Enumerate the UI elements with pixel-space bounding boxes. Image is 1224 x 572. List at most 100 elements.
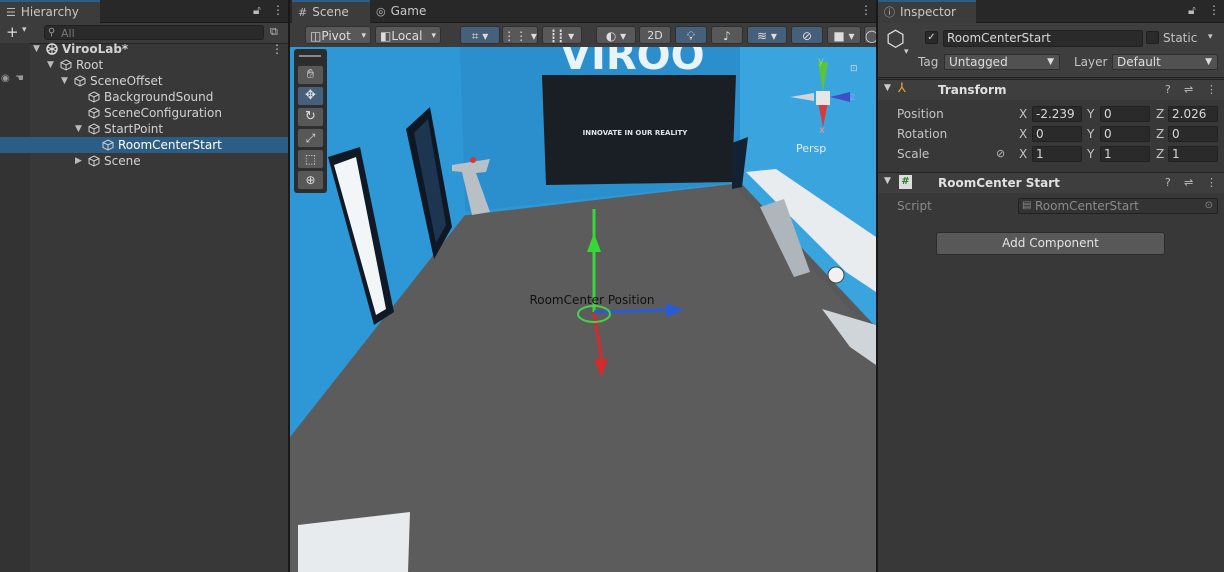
camera-dropdown[interactable]: ■ ▾ — [827, 26, 861, 44]
hierarchy-row[interactable]: ▶ Scene — [0, 153, 288, 169]
scene-viewport[interactable]: VIROO INNOVATE IN OUR REALITY RoomCenter… — [290, 47, 876, 572]
scale-x-axis-label[interactable]: X — [1019, 147, 1027, 161]
ruler-button[interactable]: ┋┋ ▾ — [542, 26, 582, 44]
transform-tool-button[interactable]: ⊕ — [297, 170, 324, 190]
position-y-field[interactable]: 0 — [1100, 106, 1150, 122]
hierarchy-search-input[interactable]: ⚲ All — [44, 25, 264, 40]
inspector-more-icon[interactable]: ⋮ — [1208, 3, 1220, 17]
palette-grip[interactable] — [299, 55, 321, 57]
scale-x-field[interactable]: 1 — [1032, 146, 1082, 162]
expand-arrow-down-icon[interactable]: ▼ — [61, 73, 68, 89]
ruler-icon: ┋┋ ▾ — [549, 29, 575, 43]
audio-toggle[interactable]: ♪ — [711, 26, 743, 44]
inspector-lock-icon[interactable]: 🔓︎ — [1188, 3, 1196, 18]
scale-tool-button[interactable]: ⤢ — [297, 128, 324, 148]
hierarchy-row-label: StartPoint — [104, 122, 164, 136]
object-name-field[interactable]: RoomCenterStart — [943, 30, 1143, 47]
expand-arrow-down-icon[interactable]: ▼ — [47, 57, 54, 73]
object-picker-icon[interactable]: ⊙ — [1205, 199, 1213, 213]
position-x-axis-label[interactable]: X — [1019, 107, 1027, 121]
hierarchy-row[interactable]: BackgroundSound — [0, 89, 288, 105]
snap-increment-button[interactable]: ⋮⋮ ▾ — [502, 26, 538, 44]
position-y-axis-label[interactable]: Y — [1087, 107, 1094, 121]
search-options-icon[interactable]: ⧉ — [270, 25, 278, 39]
tab-scene[interactable]: # Scene — [292, 0, 370, 23]
hierarchy-row[interactable]: SceneConfiguration — [0, 105, 288, 121]
hidden-objects-toggle[interactable]: ⊘ — [791, 26, 823, 44]
rotation-y-field[interactable]: 0 — [1100, 126, 1150, 142]
tab-game[interactable]: ◎ Game — [370, 0, 434, 22]
script-object-field[interactable]: ▤ RoomCenterStart ⊙ — [1018, 198, 1218, 214]
gizmos-button[interactable]: ◯ — [864, 26, 876, 44]
rect-tool-button[interactable]: ⬚ — [297, 149, 324, 169]
scene-more-icon[interactable]: ⋮ — [271, 41, 283, 57]
lock-icon[interactable]: 🔓︎ — [253, 3, 261, 18]
scale-z-field[interactable]: 1 — [1168, 146, 1218, 162]
gamepad-icon: ◎ — [376, 5, 386, 18]
scale-y-axis-label[interactable]: Y — [1087, 147, 1094, 161]
more-menu-icon[interactable]: ⋮ — [272, 3, 284, 17]
grid-snap-button[interactable]: ⌗ ▾ — [460, 26, 500, 44]
rotation-z-field[interactable]: 0 — [1168, 126, 1218, 142]
gameobject-cube-icon[interactable]: ⬡ — [886, 27, 905, 52]
collapse-arrow-icon[interactable]: ▼ — [884, 83, 891, 93]
hierarchy-row[interactable]: RoomCenterStart — [0, 137, 288, 153]
position-z-field[interactable]: 2.026 — [1168, 106, 1218, 122]
tab-inspector[interactable]: ⓘ Inspector — [878, 0, 976, 23]
scene-more-menu-icon[interactable]: ⋮ — [860, 3, 872, 17]
active-checkbox[interactable]: ✓ — [925, 31, 938, 44]
scale-y-field[interactable]: 1 — [1100, 146, 1150, 162]
gameobject-cube-icon — [60, 59, 72, 71]
help-icon[interactable]: ? — [1165, 83, 1171, 96]
hierarchy-row[interactable]: ▼ VirooLab* ⋮ — [0, 41, 288, 57]
transform-header[interactable]: ▼ ⅄ Transform ? ⇌ ⋮ — [878, 79, 1224, 100]
constrain-proportions-link-icon[interactable]: ⊘ — [996, 147, 1005, 160]
scene-3d-view: VIROO INNOVATE IN OUR REALITY RoomCenter… — [290, 47, 876, 572]
local-dropdown[interactable]: ◧Local ▾ — [375, 26, 441, 44]
icon-dropdown-icon[interactable]: ▾ — [904, 47, 909, 57]
script-component-header[interactable]: ▼ # RoomCenter Start ? ⇌ ⋮ — [878, 172, 1224, 193]
tag-dropdown[interactable]: Untagged ▼ — [944, 54, 1060, 70]
add-component-button[interactable]: Add Component — [936, 232, 1165, 255]
camera-icon: ■ ▾ — [833, 29, 855, 43]
move-tool-button[interactable]: ✥ — [297, 86, 324, 106]
component-more-icon[interactable]: ⋮ — [1206, 83, 1217, 96]
gameobject-cube-icon — [88, 123, 100, 135]
hierarchy-row[interactable]: ▼ StartPoint — [0, 121, 288, 137]
persp-label[interactable]: Persp — [796, 142, 826, 155]
create-plus-icon[interactable]: + — [6, 23, 19, 41]
layer-dropdown[interactable]: Default ▼ — [1112, 54, 1218, 70]
create-dropdown-icon[interactable]: ▾ — [22, 25, 27, 35]
pivot-dropdown[interactable]: ◫Pivot ▾ — [305, 26, 371, 44]
rotation-y-axis-label[interactable]: Y — [1087, 127, 1094, 141]
rotation-x-axis-label[interactable]: X — [1019, 127, 1027, 141]
component-more-icon[interactable]: ⋮ — [1206, 176, 1217, 189]
component-enabled-checkbox[interactable] — [918, 176, 931, 189]
hierarchy-row[interactable]: ▼ SceneOffset — [0, 73, 288, 89]
position-z-axis-label[interactable]: Z — [1156, 107, 1164, 121]
lighting-toggle[interactable]: 💡︎ — [675, 26, 707, 44]
static-checkbox[interactable] — [1146, 31, 1159, 44]
expand-arrow-down-icon[interactable]: ▼ — [33, 41, 40, 57]
help-icon[interactable]: ? — [1165, 176, 1171, 189]
orient-lock-icon[interactable]: ⊡ — [850, 64, 858, 74]
orient-center-cube[interactable] — [816, 91, 830, 105]
tab-hierarchy[interactable]: ☰ Hierarchy — [0, 0, 100, 23]
expand-arrow-right-icon[interactable]: ▶ — [75, 153, 82, 169]
draw-mode-dropdown[interactable]: ◐ ▾ — [596, 26, 636, 44]
position-x-field[interactable]: -2.239 — [1032, 106, 1082, 122]
rotate-tool-button[interactable]: ↻ — [297, 107, 324, 127]
scale-z-axis-label[interactable]: Z — [1156, 147, 1164, 161]
mode-2d-button[interactable]: 2D — [639, 26, 671, 44]
effects-dropdown[interactable]: ≋ ▾ — [747, 26, 787, 44]
viroo-sign: VIROO — [560, 47, 705, 79]
static-dropdown-icon[interactable]: ▾ — [1208, 32, 1213, 42]
rotation-z-axis-label[interactable]: Z — [1156, 127, 1164, 141]
collapse-arrow-icon[interactable]: ▼ — [884, 176, 891, 186]
preset-sliders-icon[interactable]: ⇌ — [1184, 176, 1193, 189]
expand-arrow-down-icon[interactable]: ▼ — [75, 121, 82, 137]
preset-sliders-icon[interactable]: ⇌ — [1184, 83, 1193, 96]
hand-tool-button[interactable]: ✋︎ — [297, 65, 324, 85]
rotation-x-field[interactable]: 0 — [1032, 126, 1082, 142]
hierarchy-row[interactable]: ▼ Root — [0, 57, 288, 73]
